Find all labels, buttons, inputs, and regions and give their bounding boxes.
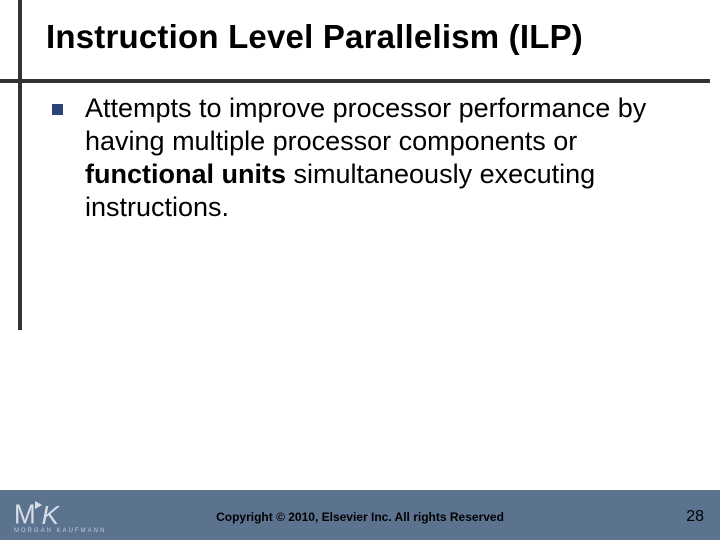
body-text-bold: functional units — [85, 159, 286, 189]
slide: Instruction Level Parallelism (ILP) Atte… — [0, 0, 720, 540]
body-text-segment: Attempts to improve processor performanc… — [85, 93, 646, 156]
copyright-text: Copyright © 2010, Elsevier Inc. All righ… — [0, 510, 720, 524]
body-area: Attempts to improve processor performanc… — [52, 92, 690, 224]
body-text: Attempts to improve processor performanc… — [85, 92, 690, 224]
page-number: 28 — [686, 508, 704, 526]
square-bullet-icon — [52, 104, 63, 115]
slide-title: Instruction Level Parallelism (ILP) — [0, 18, 720, 56]
title-area: Instruction Level Parallelism (ILP) — [0, 18, 720, 56]
footer-bar: MK MORGAN KAUFMANN Copyright © 2010, Els… — [0, 490, 720, 540]
bullet-item: Attempts to improve processor performanc… — [52, 92, 690, 224]
title-horizontal-rule — [0, 79, 710, 83]
